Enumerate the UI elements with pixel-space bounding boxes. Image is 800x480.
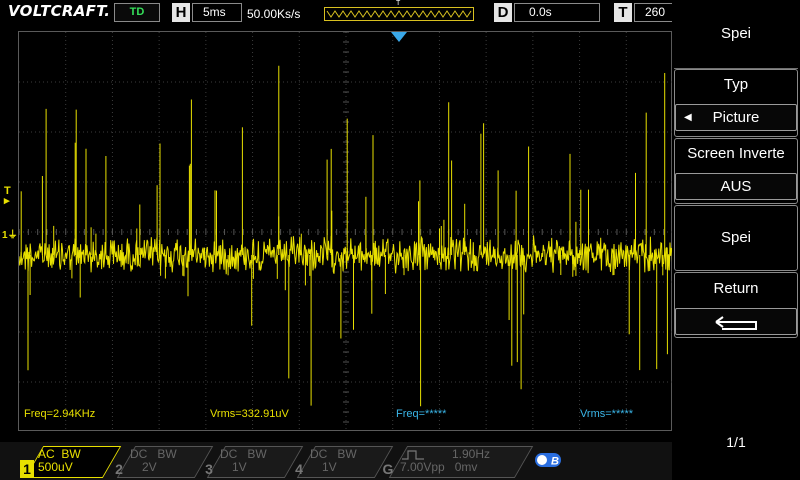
generator-label: G (382, 461, 394, 477)
ch1-ground-marker[interactable]: 1⏚ (2, 226, 18, 241)
menu-item-screen-invert-label: Screen Inverte (687, 145, 785, 162)
ch2-vrms-measurement: Vrms=***** (580, 408, 634, 420)
trigger-level-marker[interactable]: T ▸ (4, 186, 11, 207)
ch2-coupling: DC (130, 447, 148, 461)
ch4-coupling: DC (310, 447, 328, 461)
generator-text: 1.90Hz 7.00Vpp 0mv (400, 448, 530, 474)
menu-item-type-label: Typ (723, 76, 749, 93)
ch1-coupling: AC (38, 447, 55, 461)
bluetooth-b-icon[interactable]: B (534, 452, 562, 468)
generator-amplitude: 7.00Vpp (400, 460, 445, 474)
sample-rate: 50.00Ks/s (247, 7, 301, 21)
return-button-label: Return (713, 280, 759, 297)
ch4-scale: 1V (322, 460, 337, 474)
channel-status-bar: 1 AC BW 500uV 2 DC BW 2V 3 DC BW 1V 4 DC… (0, 442, 672, 480)
trigger-key[interactable]: T (614, 3, 632, 22)
return-button[interactable] (675, 308, 797, 335)
return-arrow-icon (715, 316, 757, 330)
type-select-value: Picture (712, 109, 760, 126)
channel-4-number: 4 (295, 461, 303, 477)
ch3-bw: BW (247, 447, 267, 461)
ch1-scale: 500uV (38, 460, 73, 474)
channel-1-number: 1 (20, 460, 34, 478)
trigger-position-marker[interactable] (391, 32, 407, 42)
ch1-bw: BW (61, 447, 81, 461)
channel-2-number: 2 (115, 461, 123, 477)
softkey-menu: Spei Typ ◀ Picture Screen Inverte AUS Sp… (672, 0, 800, 480)
ch2-frequency-measurement: Freq=***** (396, 408, 447, 420)
brand-logo: VOLTCRAFT. (8, 2, 111, 20)
channel-4-text: DC BW 1V (310, 448, 390, 474)
type-select[interactable]: ◀ Picture (675, 104, 797, 131)
ch1-vrms-measurement: Vrms=332.91uV (210, 408, 289, 420)
ch2-scale: 2V (142, 460, 157, 474)
top-status-bar: VOLTCRAFT. TD H 5ms 50.00Ks/s T D 0.0s T… (0, 0, 678, 26)
menu-item-type-content[interactable]: Typ ◀ Picture (672, 76, 800, 131)
horizontal-key[interactable]: H (172, 3, 190, 22)
ch1-noise-trace (19, 235, 673, 275)
channel-3-number: 3 (205, 461, 213, 477)
ch3-coupling: DC (220, 447, 238, 461)
channel-3-text: DC BW 1V (220, 448, 300, 474)
channel-1-text: AC BW 500uV (38, 448, 118, 474)
menu-item-save-content[interactable]: Spei (672, 229, 800, 246)
ch4-bw: BW (337, 447, 357, 461)
acquisition-status: TD (114, 3, 160, 22)
ch2-bw: BW (157, 447, 177, 461)
memory-depth-bar (324, 7, 474, 21)
ch3-scale: 1V (232, 460, 247, 474)
ch1-frequency-measurement: Freq=2.94KHz (24, 408, 96, 420)
menu-page-indicator: 1/1 (726, 434, 746, 450)
svg-text:B: B (551, 456, 559, 468)
timebase-value: 5ms (192, 3, 242, 22)
generator-offset: 0mv (454, 460, 478, 474)
screen-invert-value[interactable]: AUS (675, 173, 797, 200)
save-button-label: Spei (720, 229, 752, 246)
delay-value: 0.0s (514, 3, 600, 22)
generator-frequency: 1.90Hz (452, 447, 491, 461)
menu-title: Spei (720, 25, 752, 42)
delay-key[interactable]: D (494, 3, 512, 22)
waveform-display[interactable] (18, 31, 673, 432)
ch1-waveform (19, 65, 673, 407)
left-arrow-icon: ◀ (684, 112, 692, 123)
menu-item-return-content[interactable]: Return (672, 280, 800, 335)
menu-item-screen-invert-content[interactable]: Screen Inverte AUS (672, 145, 800, 200)
square-wave-icon (402, 450, 424, 460)
channel-2-text: DC BW 2V (130, 448, 210, 474)
memory-trigger-marker: T (396, 0, 401, 7)
